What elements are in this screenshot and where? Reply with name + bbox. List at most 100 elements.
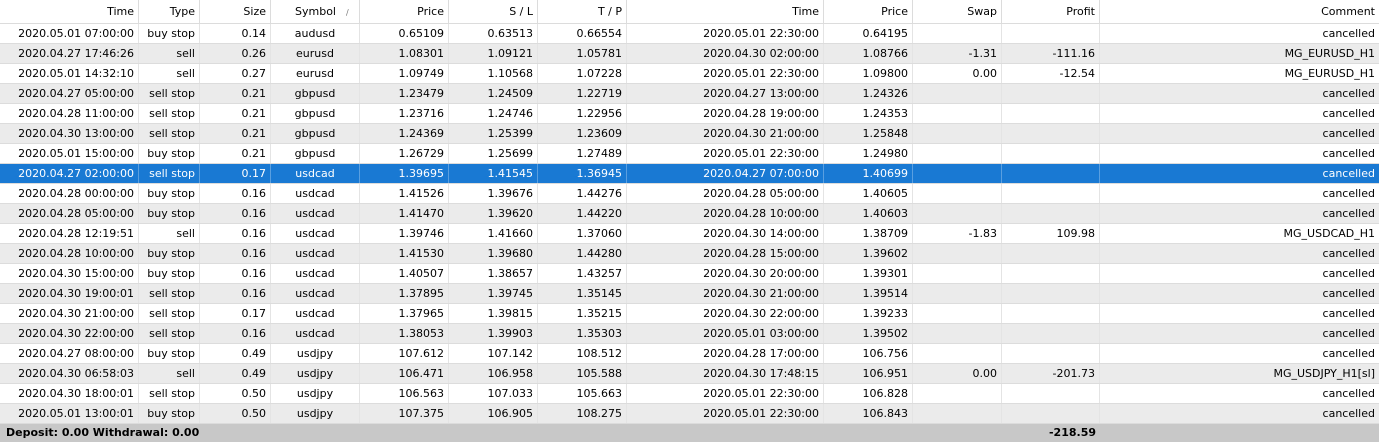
- table-row[interactable]: 2020.05.01 07:00:00 buy stop 0.14 audusd 0.6…: [0, 24, 1379, 44]
- cell-swap: [913, 144, 1002, 163]
- header-symbol[interactable]: Symbol ∕: [271, 0, 360, 24]
- cell-symbol: usdcad: [271, 204, 360, 223]
- table-row[interactable]: 2020.04.27 08:00:00 buy stop 0.49 usdjpy 107…: [0, 344, 1379, 364]
- cell-sl: 1.41660: [449, 224, 538, 243]
- cell-size: 0.21: [200, 104, 271, 123]
- cell-comment: cancelled: [1322, 127, 1375, 140]
- cell-close-time: 2020.04.28 05:00:00: [627, 184, 824, 203]
- cell-open-price: 1.08301: [360, 44, 449, 63]
- header-close-price[interactable]: Price: [824, 0, 913, 24]
- header-close-time[interactable]: Time: [627, 0, 824, 24]
- cell-swap: [913, 384, 1002, 403]
- header-tp[interactable]: T / P: [538, 0, 627, 24]
- cell-profit: [1002, 304, 1100, 323]
- cell-swap: [913, 344, 1002, 363]
- cell-close-time: 2020.04.27 13:00:00: [627, 84, 824, 103]
- cell-type: buy stop: [139, 184, 200, 203]
- cell-type: sell stop: [139, 324, 200, 343]
- table-row[interactable]: 2020.04.30 22:00:00 sell stop 0.16 usdcad 1.…: [0, 324, 1379, 344]
- cell-tp: 1.44220: [538, 204, 627, 223]
- cell-size: 0.50: [200, 404, 271, 423]
- cell-close-time: 2020.04.27 07:00:00: [627, 164, 824, 183]
- cell-symbol: usdcad: [271, 244, 360, 263]
- cell-open-time: 2020.04.28 00:00:00: [0, 184, 139, 203]
- table-row[interactable]: 2020.04.30 18:00:01 sell stop 0.50 usdjpy 10…: [0, 384, 1379, 404]
- cell-type: buy stop: [139, 144, 200, 163]
- cell-size: 0.50: [200, 384, 271, 403]
- table-row[interactable]: 2020.04.28 11:00:00 sell stop 0.21 gbpusd 1.…: [0, 104, 1379, 124]
- table-row[interactable]: 2020.04.30 19:00:01 sell stop 0.16 usdcad 1.…: [0, 284, 1379, 304]
- cell-close-time: 2020.04.28 17:00:00: [627, 344, 824, 363]
- cell-sl: 1.38657: [449, 264, 538, 283]
- cell-open-time: 2020.05.01 07:00:00: [0, 24, 139, 43]
- header-profit[interactable]: Profit: [1002, 0, 1100, 24]
- cell-sl: 1.39815: [449, 304, 538, 323]
- cell-open-price: 1.38053: [360, 324, 449, 343]
- header-swap[interactable]: Swap: [913, 0, 1002, 24]
- cell-profit: [1002, 324, 1100, 343]
- header-time[interactable]: Time: [0, 0, 139, 24]
- cell-close-time: 2020.04.30 21:00:00: [627, 124, 824, 143]
- table-row[interactable]: 2020.04.28 00:00:00 buy stop 0.16 usdcad 1.4…: [0, 184, 1379, 204]
- cell-open-price: 106.471: [360, 364, 449, 383]
- cell-size: 0.16: [200, 324, 271, 343]
- table-row[interactable]: 2020.05.01 14:32:10 sell 0.27 eurusd 1.09749…: [0, 64, 1379, 84]
- cell-swap: 0.00: [913, 364, 1002, 383]
- cell-profit: [1002, 244, 1100, 263]
- cell-close-time: 2020.05.01 22:30:00: [627, 384, 824, 403]
- cell-profit: [1002, 344, 1100, 363]
- cell-profit: 109.98: [1002, 224, 1100, 243]
- cell-profit: [1002, 284, 1100, 303]
- header-sl[interactable]: S / L: [449, 0, 538, 24]
- table-row[interactable]: 2020.04.28 05:00:00 buy stop 0.16 usdcad 1.4…: [0, 204, 1379, 224]
- cell-size: 0.16: [200, 284, 271, 303]
- cell-sl: 1.10568: [449, 64, 538, 83]
- header-size[interactable]: Size: [200, 0, 271, 24]
- header-symbol-label: Symbol: [295, 5, 336, 18]
- cell-close-price: 1.39502: [824, 324, 913, 343]
- cell-close-price: 1.40603: [824, 204, 913, 223]
- cell-sl: 107.142: [449, 344, 538, 363]
- cell-comment: cancelled: [1322, 207, 1375, 220]
- cell-close-time: 2020.05.01 22:30:00: [627, 404, 824, 423]
- table-row[interactable]: 2020.04.30 13:00:00 sell stop 0.21 gbpusd 1.…: [0, 124, 1379, 144]
- cell-open-price: 1.39746: [360, 224, 449, 243]
- header-comment[interactable]: Comment: [1100, 0, 1379, 24]
- cell-open-time: 2020.04.27 05:00:00: [0, 84, 139, 103]
- table-row[interactable]: 2020.04.30 21:00:00 sell stop 0.17 usdcad 1.…: [0, 304, 1379, 324]
- cell-close-price: 1.24353: [824, 104, 913, 123]
- cell-swap: [913, 404, 1002, 423]
- cell-sl: 1.24746: [449, 104, 538, 123]
- table-row[interactable]: 2020.04.27 17:46:26 sell 0.26 eurusd 1.08301…: [0, 44, 1379, 64]
- cell-symbol: usdjpy: [271, 364, 360, 383]
- cell-comment: cancelled: [1322, 287, 1375, 300]
- table-row[interactable]: 2020.04.30 06:58:03 sell 0.49 usdjpy 106.471…: [0, 364, 1379, 384]
- header-price[interactable]: Price: [360, 0, 449, 24]
- cell-open-time: 2020.05.01 15:00:00: [0, 144, 139, 163]
- cell-open-time: 2020.04.27 02:00:00: [0, 164, 139, 183]
- cell-profit: [1002, 24, 1100, 43]
- cell-sl: 1.41545: [449, 164, 538, 183]
- cell-tp: 108.275: [538, 404, 627, 423]
- table-row[interactable]: 2020.04.30 15:00:00 buy stop 0.16 usdcad 1.4…: [0, 264, 1379, 284]
- table-row[interactable]: 2020.04.28 12:19:51 sell 0.16 usdcad 1.39746…: [0, 224, 1379, 244]
- cell-open-time: 2020.04.30 18:00:01: [0, 384, 139, 403]
- cell-size: 0.49: [200, 344, 271, 363]
- table-row[interactable]: 2020.04.27 05:00:00 sell stop 0.21 gbpusd 1.…: [0, 84, 1379, 104]
- cell-open-time: 2020.04.28 11:00:00: [0, 104, 139, 123]
- cell-open-price: 1.23716: [360, 104, 449, 123]
- cell-type: sell: [139, 364, 200, 383]
- table-row[interactable]: 2020.04.27 02:00:00 sell stop 0.17 usdcad 1.…: [0, 164, 1379, 184]
- cell-close-price: 1.09800: [824, 64, 913, 83]
- header-type[interactable]: Type: [139, 0, 200, 24]
- table-row[interactable]: 2020.04.28 10:00:00 buy stop 0.16 usdcad 1.4…: [0, 244, 1379, 264]
- table-row[interactable]: 2020.05.01 15:00:00 buy stop 0.21 gbpusd 1.2…: [0, 144, 1379, 164]
- cell-open-time: 2020.04.27 17:46:26: [0, 44, 139, 63]
- cell-close-time: 2020.04.28 15:00:00: [627, 244, 824, 263]
- cell-tp: 1.36945: [538, 164, 627, 183]
- cell-comment: cancelled: [1322, 407, 1375, 420]
- cell-profit: -12.54: [1002, 64, 1100, 83]
- cell-type: sell: [139, 44, 200, 63]
- table-row[interactable]: 2020.05.01 13:00:01 buy stop 0.50 usdjpy 107…: [0, 404, 1379, 424]
- cell-close-time: 2020.04.30 21:00:00: [627, 284, 824, 303]
